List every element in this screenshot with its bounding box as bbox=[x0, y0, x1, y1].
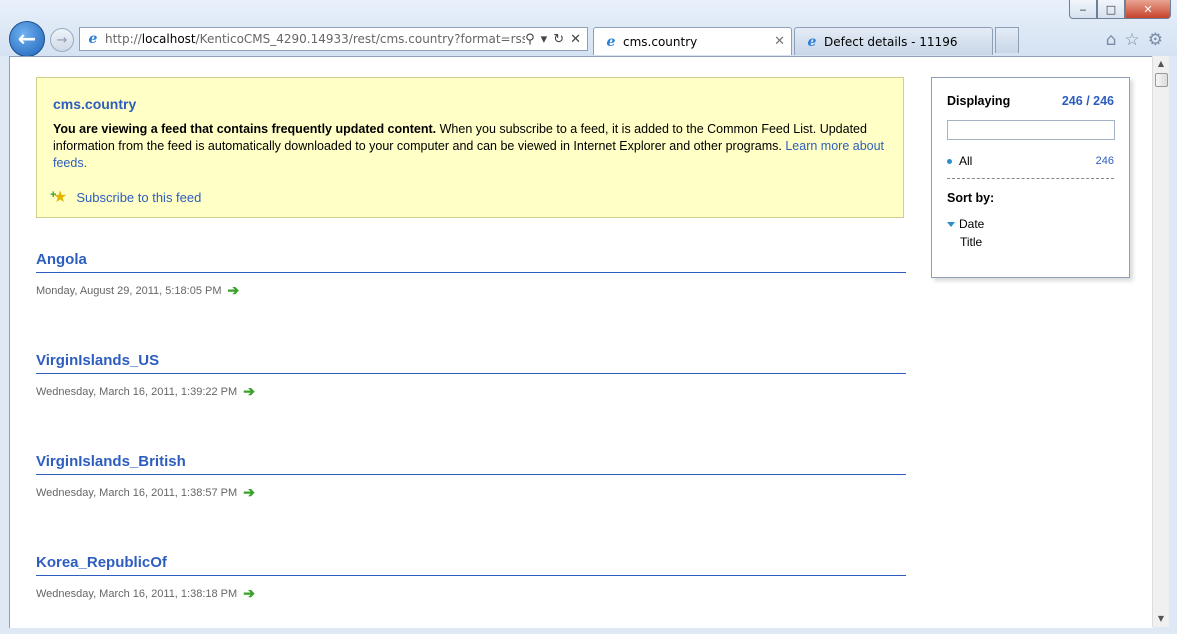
subscribe-star-icon: ★ + bbox=[50, 189, 68, 206]
scroll-down-icon[interactable]: ▼ bbox=[1153, 611, 1169, 627]
feed-item-date: Wednesday, March 16, 2011, 1:38:57 PM ➔ bbox=[36, 484, 255, 501]
feed-item-title[interactable]: Angola bbox=[36, 251, 906, 273]
back-arrow-icon: ← bbox=[17, 26, 37, 52]
search-icon[interactable]: ⚲ bbox=[525, 32, 535, 47]
forward-button[interactable]: → bbox=[50, 28, 74, 52]
address-bar[interactable]: e http://localhost/KenticoCMS_4290.14933… bbox=[79, 27, 588, 51]
gear-icon[interactable]: ⚙ bbox=[1148, 30, 1163, 50]
stop-icon[interactable]: ✕ bbox=[570, 32, 581, 47]
sort-by-label: Sort by: bbox=[947, 191, 995, 205]
favorites-star-icon[interactable]: ☆ bbox=[1125, 30, 1140, 50]
feed-item: VirginIslands_British Wednesday, March 1… bbox=[36, 453, 906, 501]
feed-info-banner: cms.country You are viewing a feed that … bbox=[36, 77, 904, 218]
feed-item-date: Wednesday, March 16, 2011, 1:39:22 PM ➔ bbox=[36, 383, 255, 400]
address-url[interactable]: http://localhost/KenticoCMS_4290.14933/r… bbox=[105, 32, 525, 46]
tab-cms-country[interactable]: e cms.country ✕ bbox=[593, 27, 792, 55]
sort-option-date[interactable]: Date bbox=[947, 217, 1114, 231]
filter-all-label: All bbox=[959, 154, 973, 168]
tab-label: cms.country bbox=[623, 34, 698, 49]
scroll-up-icon[interactable]: ▲ bbox=[1153, 56, 1169, 72]
displaying-count: 246 / 246 bbox=[1061, 94, 1114, 108]
feed-item-date: Wednesday, March 16, 2011, 1:38:18 PM ➔ bbox=[36, 585, 255, 602]
divider bbox=[947, 178, 1114, 179]
browser-chrome: ‒ □ ✕ ← → e http://localhost/KenticoCMS_… bbox=[0, 0, 1177, 57]
ie-page-icon: e bbox=[606, 33, 616, 50]
back-button[interactable]: ← bbox=[9, 21, 45, 57]
bullet-icon bbox=[947, 158, 952, 164]
feed-item-title[interactable]: Korea_RepublicOf bbox=[36, 554, 906, 576]
feed-item: VirginIslands_US Wednesday, March 16, 20… bbox=[36, 352, 906, 400]
close-tab-icon[interactable]: ✕ bbox=[774, 34, 785, 49]
feed-item-title[interactable]: VirginIslands_US bbox=[36, 352, 906, 374]
sort-descending-icon bbox=[947, 221, 955, 227]
new-tab-button[interactable] bbox=[995, 27, 1019, 53]
close-window-button[interactable]: ✕ bbox=[1125, 0, 1171, 19]
go-arrow-icon[interactable]: ➔ bbox=[228, 282, 240, 299]
displaying-label: Displaying bbox=[947, 94, 1011, 108]
window-controls: ‒ □ ✕ bbox=[1069, 0, 1171, 20]
go-arrow-icon[interactable]: ➔ bbox=[243, 585, 255, 602]
ie-page-icon: e bbox=[807, 33, 817, 50]
vertical-scrollbar[interactable]: ▲ ▼ bbox=[1152, 56, 1169, 627]
go-arrow-icon[interactable]: ➔ bbox=[243, 383, 255, 400]
filter-all[interactable]: All 246 bbox=[947, 154, 1114, 168]
tab-defect-details[interactable]: e Defect details - 11196 bbox=[794, 27, 993, 55]
go-arrow-icon[interactable]: ➔ bbox=[243, 484, 255, 501]
tab-label: Defect details - 11196 bbox=[824, 34, 958, 49]
filter-all-count: 246 bbox=[1095, 155, 1114, 167]
refresh-icon[interactable]: ↻ bbox=[553, 32, 564, 47]
dropdown-icon[interactable]: ▾ bbox=[541, 32, 548, 47]
subscribe-link[interactable]: ★ + Subscribe to this feed bbox=[50, 187, 887, 207]
filter-search-input[interactable] bbox=[947, 120, 1115, 140]
feed-item-date: Monday, August 29, 2011, 5:18:05 PM ➔ bbox=[36, 282, 240, 299]
feed-item: Korea_RepublicOf Wednesday, March 16, 20… bbox=[36, 554, 906, 602]
feed-description: You are viewing a feed that contains fre… bbox=[53, 122, 885, 170]
feed-item: Angola Monday, August 29, 2011, 5:18:05 … bbox=[36, 251, 906, 299]
maximize-button[interactable]: □ bbox=[1097, 0, 1125, 19]
subscribe-label: Subscribe to this feed bbox=[76, 189, 202, 205]
home-icon[interactable]: ⌂ bbox=[1106, 30, 1117, 50]
toolbar-icons: ⌂ ☆ ⚙ bbox=[1106, 30, 1163, 50]
feed-title: cms.country bbox=[53, 96, 137, 112]
page-content: cms.country You are viewing a feed that … bbox=[9, 56, 1153, 628]
ie-page-icon: e bbox=[88, 31, 98, 47]
feed-item-title[interactable]: VirginIslands_British bbox=[36, 453, 906, 475]
feed-sidebar: Displaying 246 / 246 All 246 Sort by: Da… bbox=[931, 77, 1130, 278]
forward-arrow-icon: → bbox=[56, 32, 68, 48]
sort-option-title[interactable]: Title bbox=[947, 235, 1114, 249]
scroll-thumb[interactable] bbox=[1155, 73, 1168, 87]
minimize-button[interactable]: ‒ bbox=[1069, 0, 1097, 19]
